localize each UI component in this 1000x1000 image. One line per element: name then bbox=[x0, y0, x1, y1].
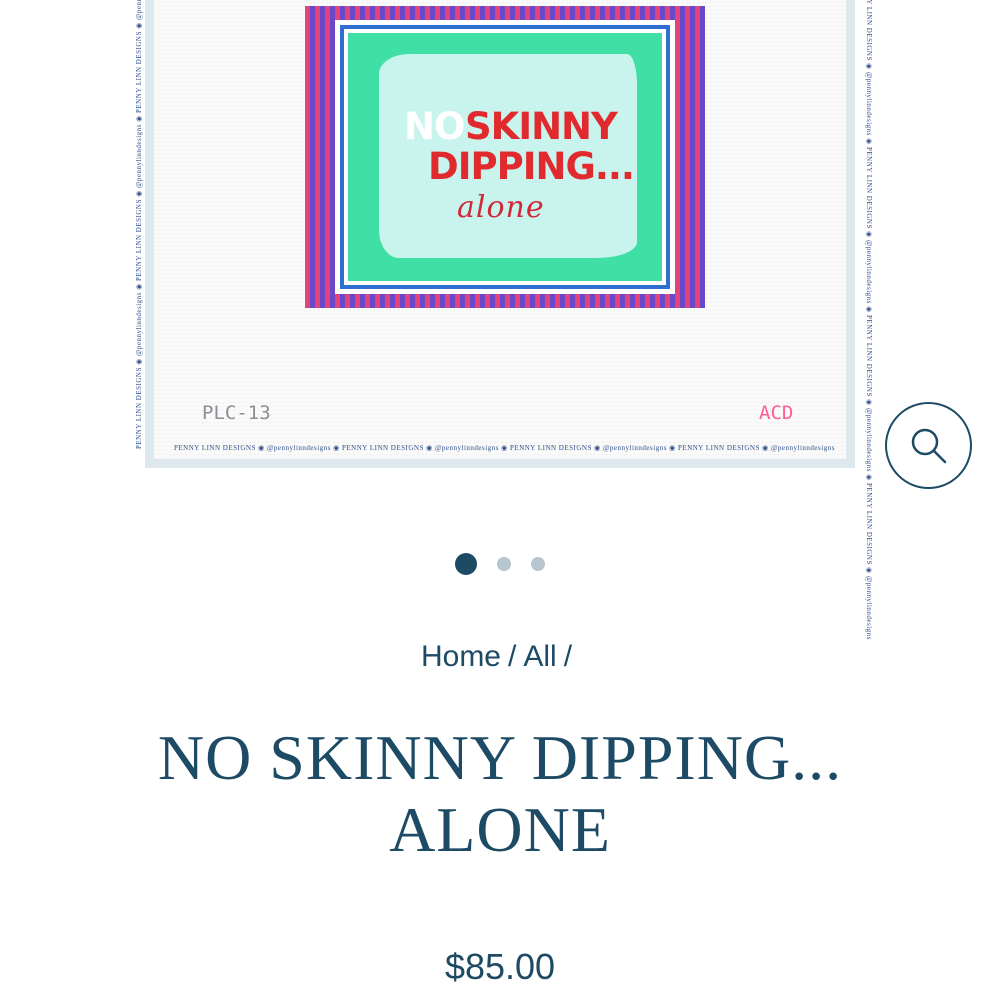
product-price: $85.00 bbox=[444, 946, 556, 987]
breadcrumb-separator: / bbox=[508, 640, 517, 673]
canvas-code-right: ACD bbox=[759, 402, 794, 424]
product-title-line2: ALONE bbox=[389, 794, 611, 865]
carousel-dot-1[interactable] bbox=[455, 553, 477, 575]
stitched-word-skinny: SKINNY bbox=[465, 105, 618, 148]
carousel-dot-2[interactable] bbox=[497, 557, 511, 571]
selvedge-text-left: PENNY LINN DESIGNS ◉ @pennylinndesigns ◉… bbox=[135, 0, 143, 449]
breadcrumb-home-link[interactable]: Home bbox=[421, 640, 501, 673]
selvedge-text-bottom: PENNY LINN DESIGNS ◉ @pennylinndesigns ◉… bbox=[174, 444, 835, 452]
selvedge-text-right: PENNY LINN DESIGNS ◉ @pennylinndesigns ◉… bbox=[865, 0, 873, 640]
breadcrumb-separator: / bbox=[563, 640, 573, 673]
carousel-dot-3[interactable] bbox=[531, 557, 545, 571]
stitched-word-dipping: DIPPING... bbox=[428, 145, 635, 188]
breadcrumb-all-link[interactable]: All bbox=[523, 640, 556, 673]
product-title-line1: NO SKINNY DIPPING... bbox=[157, 722, 843, 793]
stitched-word-alone: alone bbox=[457, 190, 545, 225]
breadcrumb: Home / All / bbox=[0, 640, 1000, 674]
product-title: NO SKINNY DIPPING... ALONE bbox=[60, 722, 940, 866]
canvas-code-left: PLC-13 bbox=[202, 402, 271, 424]
zoom-button[interactable] bbox=[885, 402, 972, 489]
stitched-word-no: NO bbox=[404, 105, 466, 149]
carousel-dots bbox=[0, 553, 1000, 575]
search-icon bbox=[911, 428, 946, 463]
